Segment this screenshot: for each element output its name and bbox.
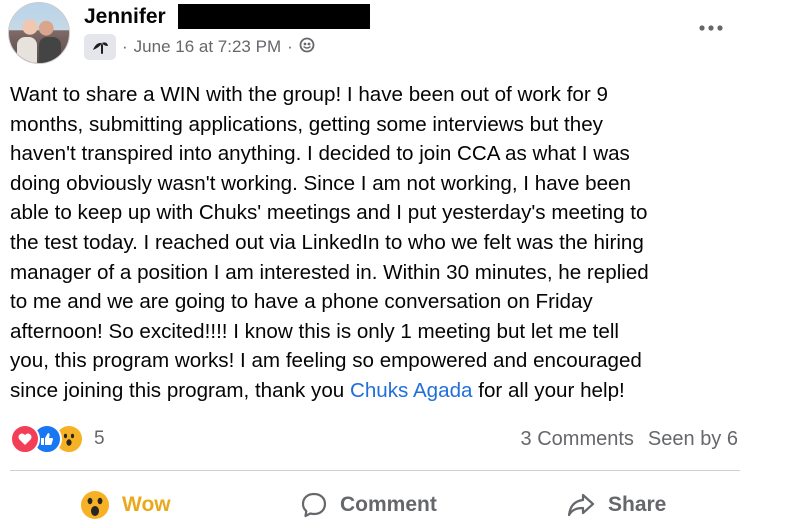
share-button[interactable]: Share	[566, 486, 666, 524]
action-bar-divider	[10, 470, 740, 471]
wow-label: Wow	[122, 493, 171, 516]
more-options-icon	[699, 25, 723, 31]
post-line: able to keep up with Chuks' meetings and…	[10, 201, 648, 225]
post-line: you, this program works! I am feeling so…	[10, 349, 642, 373]
comment-label: Comment	[340, 493, 437, 516]
post-line: haven't transpired into anything. I deci…	[10, 142, 630, 166]
group-badge-icon[interactable]	[84, 34, 116, 60]
more-options-button[interactable]	[694, 18, 728, 38]
avatar-person-left	[17, 37, 37, 63]
reaction-count: 5	[94, 428, 105, 449]
comments-count-link[interactable]: 3 Comments	[521, 428, 634, 451]
share-icon	[567, 493, 595, 517]
meta-separator: ·	[122, 37, 128, 56]
post-line: doing obviously wasn't working. Since I …	[10, 171, 631, 195]
reactions-summary[interactable]: 5	[10, 424, 105, 454]
avatar-person-right	[39, 37, 61, 63]
post-meta: · June 16 at 7:23 PM ·	[84, 34, 315, 60]
post-timestamp[interactable]: June 16 at 7:23 PM	[134, 37, 281, 57]
comment-icon	[301, 492, 327, 518]
post-line: afternoon! So excited!!!! I know this is…	[10, 319, 619, 343]
wow-reaction-button[interactable]: Wow	[80, 486, 171, 524]
globe-icon	[299, 37, 315, 58]
post-body: Want to share a WIN with the group! I ha…	[10, 80, 760, 406]
redacted-surname	[178, 4, 370, 29]
post-stats: 3 Comments Seen by 6	[521, 428, 738, 451]
wow-face-icon	[81, 491, 109, 519]
post-line: the test today. I reached out via Linked…	[10, 230, 644, 254]
love-reaction-icon	[10, 424, 40, 454]
post-line: Want to share a WIN with the group! I ha…	[10, 83, 608, 106]
author-name[interactable]: Jennifer	[84, 5, 166, 29]
post-text-suffix: for all your help!	[472, 378, 625, 402]
meta-separator-2: ·	[287, 37, 293, 56]
mention-link[interactable]: Chuks Agada	[350, 379, 473, 402]
seen-by-link[interactable]: Seen by 6	[648, 428, 738, 451]
share-label: Share	[608, 493, 667, 516]
author-avatar[interactable]	[8, 2, 70, 64]
comment-button[interactable]: Comment	[300, 486, 437, 524]
post-line: months, submitting applications, getting…	[10, 112, 603, 136]
post-text-prefix: since joining this program, thank you	[10, 378, 350, 402]
post-line-last: since joining this program, thank you Ch…	[10, 376, 760, 406]
post-line: to me and we are going to have a phone c…	[10, 290, 593, 314]
post-line: manager of a position I am interested in…	[10, 260, 649, 284]
